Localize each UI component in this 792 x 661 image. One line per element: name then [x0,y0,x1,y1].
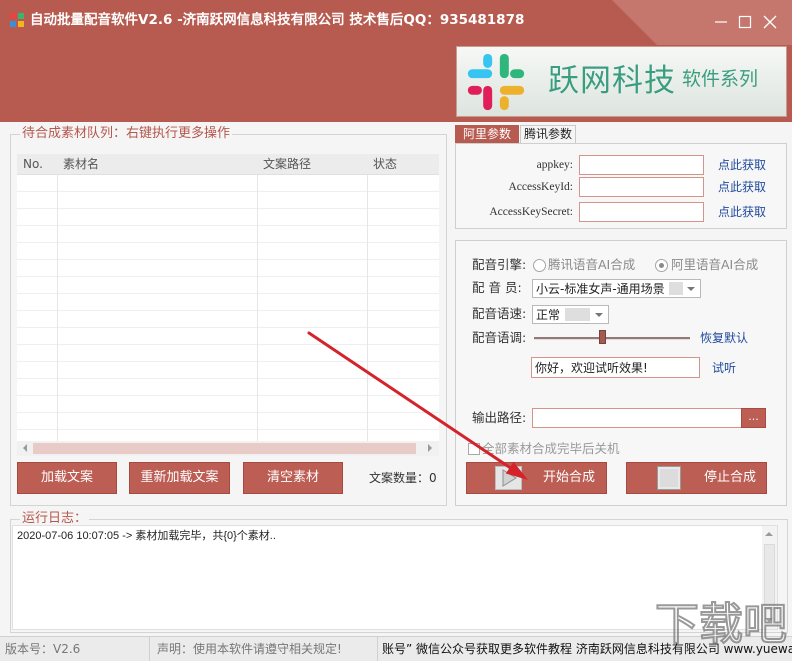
appkey-get-link[interactable]: 点此获取 [718,157,766,173]
reload-script-button[interactable]: 重新加载文案 [129,462,230,494]
script-count-value: 0 [429,471,437,485]
stop-synthesis-label: 停止合成 [704,470,757,485]
brand-series: 软件系列 [682,68,759,90]
close-icon[interactable] [760,12,780,32]
speed-select[interactable]: 正常 [532,305,609,324]
column-header-path[interactable]: 文案路径 [257,154,367,175]
ticker-text: 账号” 微信公众号获取更多软件教程 济南跃网信息科技有限公司 www.yuewa… [382,642,792,656]
speaker-select-value: 小云-标准女声-通用场景 [536,282,665,296]
log-output[interactable]: 2020-07-06 10:07:05 -> 素材加载完毕，共{0}个素材.. [12,525,778,630]
engine-radio-aliyun[interactable] [655,259,668,272]
log-vertical-scrollbar[interactable] [762,526,777,629]
shutdown-checkbox[interactable] [468,443,480,455]
appkey-label: appkey: [536,159,573,171]
speed-label: 配音语速: [472,306,527,321]
brand-banner: 跃网科技 软件系列 [456,46,787,117]
brand-name: 跃网科技 [548,63,676,99]
pitch-label: 配音语调: [472,330,527,345]
scroll-left-icon[interactable] [23,444,27,452]
preview-link[interactable]: 试听 [712,360,736,376]
version-text: 版本号：V2.6 [0,637,150,661]
column-divider [57,175,58,441]
queue-group-title: 待合成素材队列：右键执行更多操作 [20,126,233,142]
pitch-slider-thumb[interactable] [599,330,607,344]
browse-output-button[interactable]: ... [741,408,766,428]
accesskeyid-label: AccessKeyId: [508,181,573,193]
accesskeysecret-get-link[interactable]: 点此获取 [718,204,766,220]
appkey-input[interactable] [579,155,704,175]
chevron-down-icon [687,287,695,291]
minimize-icon[interactable] [711,12,731,32]
stop-icon [657,466,681,490]
reset-default-link[interactable]: 恢复默认 [700,330,748,346]
scrollbar-thumb[interactable] [33,443,416,454]
accesskeysecret-label: AccessKeySecret: [489,206,573,218]
queue-table-body[interactable] [17,175,439,441]
select-highlight [669,282,683,295]
accesskeyid-get-link[interactable]: 点此获取 [718,179,766,195]
status-bar: 版本号：V2.6 声明：使用本软件请遵守相关规定! 账号” 微信公众号获取更多软… [0,636,792,661]
window-title: 自动批量配音软件V2.6 -济南跃网信息科技有限公司 技术售后QQ：935481… [30,12,525,28]
accesskeyid-input[interactable] [579,177,704,197]
shutdown-label[interactable]: 全部素材合成完毕后关机 [482,441,620,457]
notice-text: 声明：使用本软件请遵守相关规定! [150,637,378,661]
engine-label: 配音引擎: [472,257,527,272]
brand-logo-icon [467,53,525,111]
select-highlight [565,308,590,321]
output-path-label: 输出路径: [472,410,527,425]
engine-option-tencent[interactable]: 腾讯语音AI合成 [548,257,635,273]
pitch-slider-track[interactable] [534,330,690,344]
log-line: 2020-07-06 10:07:05 -> 素材加载完毕，共{0}个素材.. [17,530,276,542]
column-header-name[interactable]: 素材名 [57,154,257,175]
tab-aliyun-params[interactable]: 阿里参数 [455,125,519,144]
output-path-input[interactable] [532,408,742,428]
stop-synthesis-button[interactable]: 停止合成 [626,462,767,494]
speaker-label: 配 音 员: [472,280,522,295]
speaker-select[interactable]: 小云-标准女声-通用场景 [532,279,701,298]
title-bar[interactable]: 自动批量配音软件V2.6 -济南跃网信息科技有限公司 技术售后QQ：935481… [0,0,792,44]
engine-option-aliyun[interactable]: 阿里语音AI合成 [671,257,758,273]
play-icon [495,466,522,490]
tab-tencent-params[interactable]: 腾讯参数 [520,125,576,144]
scroll-right-icon[interactable] [428,444,432,452]
clear-materials-button[interactable]: 清空素材 [243,462,343,494]
speed-select-value: 正常 [536,308,561,322]
scrollbar-thumb[interactable] [764,544,775,610]
start-synthesis-label: 开始合成 [543,470,596,485]
load-script-button[interactable]: 加载文案 [17,462,117,494]
engine-radio-tencent[interactable] [533,259,546,272]
accesskeysecret-input[interactable] [579,202,704,222]
script-count: 文案数量：0 [369,470,437,486]
maximize-icon[interactable] [735,12,755,32]
queue-table-header: No. 素材名 文案路径 状态 [17,154,439,175]
app-icon [10,13,24,27]
column-divider [367,175,368,441]
preview-text-input[interactable] [531,357,700,378]
start-synthesis-button[interactable]: 开始合成 [466,462,607,494]
column-header-status[interactable]: 状态 [367,154,439,175]
column-divider [257,175,258,441]
scroll-up-icon[interactable] [765,532,773,536]
queue-horizontal-scrollbar[interactable] [17,441,439,456]
chevron-down-icon [595,313,603,317]
script-count-label: 文案数量： [369,471,430,485]
column-header-no[interactable]: No. [17,154,57,175]
scroll-down-icon[interactable] [765,618,773,622]
